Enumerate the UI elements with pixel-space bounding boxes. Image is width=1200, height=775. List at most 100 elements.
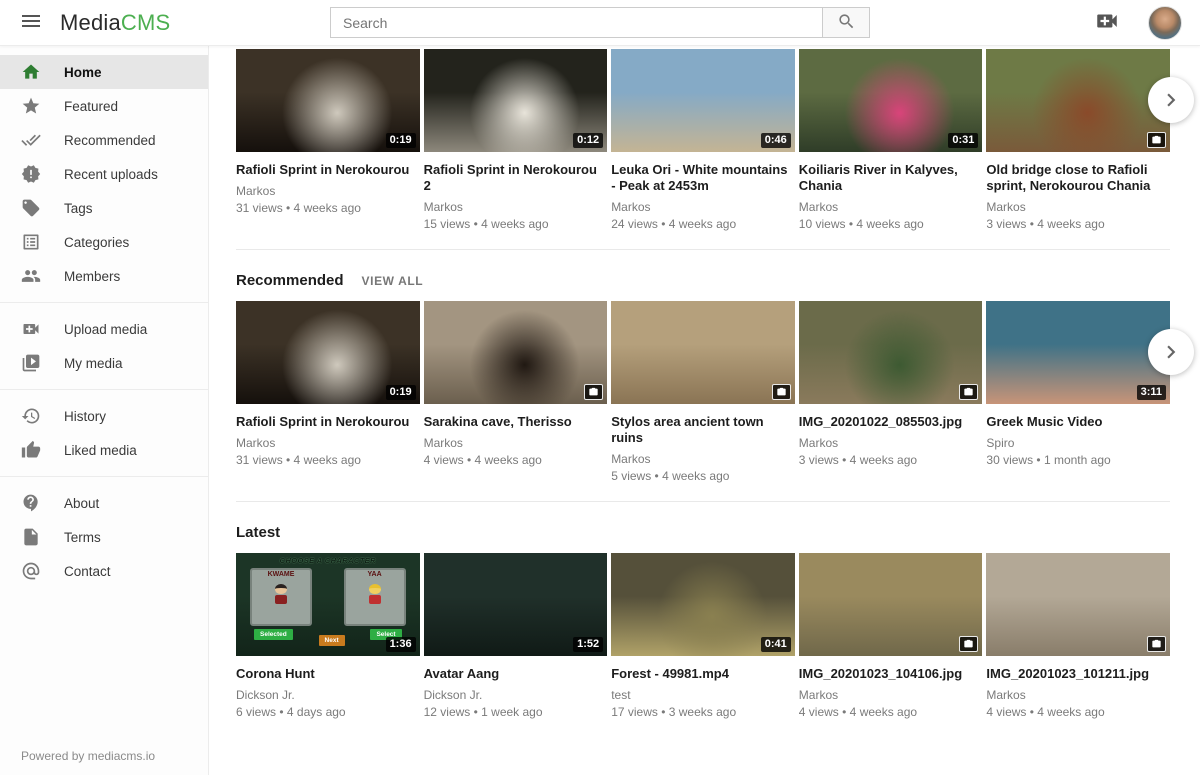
media-author: Markos [799, 436, 983, 450]
media-card[interactable]: Old bridge close to Rafioli sprint, Nero… [986, 49, 1170, 231]
media-author: Markos [986, 200, 1170, 214]
media-card[interactable]: CHOOSE A CHARACTERKWAMEYAASelectedNextSe… [236, 553, 420, 719]
sidebar-item-contact[interactable]: Contact [0, 554, 208, 588]
media-meta: 10 views • 4 weeks ago [799, 217, 983, 231]
magnifier-icon [837, 12, 856, 34]
sidebar-group: AboutTerms Contact [0, 476, 208, 597]
media-card[interactable]: IMG_20201022_085503.jpgMarkos3 views • 4… [799, 301, 983, 483]
media-author: Markos [236, 184, 420, 198]
game-character-sprite [274, 584, 288, 604]
media-author: test [611, 688, 795, 702]
game-character-panels: KWAMEYAA [242, 568, 414, 626]
media-author: Markos [986, 688, 1170, 702]
search-button[interactable] [822, 7, 870, 38]
media-title: Koiliaris River in Kalyves, Chania [799, 162, 983, 194]
next-arrow-button[interactable] [1148, 77, 1194, 123]
media-title: IMG_20201022_085503.jpg [799, 414, 983, 430]
media-card[interactable]: 0:41Forest - 49981.mp4test17 views • 3 w… [611, 553, 795, 719]
done-all-icon [21, 130, 41, 150]
media-thumbnail: 3:11 [986, 301, 1170, 404]
media-meta: 3 views • 4 weeks ago [986, 217, 1170, 231]
media-title: Sarakina cave, Therisso [424, 414, 608, 430]
at-icon [21, 561, 41, 581]
sidebar-item-label: Upload media [64, 322, 147, 337]
media-thumbnail [986, 553, 1170, 656]
sidebar-item-recent-uploads[interactable]: Recent uploads [0, 157, 208, 191]
game-character-panel: YAA [344, 568, 406, 626]
sidebar-item-label: Liked media [64, 443, 137, 458]
video-call-icon [21, 319, 41, 339]
tag-icon [21, 198, 41, 218]
media-meta: 30 views • 1 month ago [986, 453, 1170, 467]
media-author: Dickson Jr. [424, 688, 608, 702]
media-card[interactable]: Stylos area ancient town ruinsMarkos5 vi… [611, 301, 795, 483]
media-card[interactable]: 0:19Rafioli Sprint in NerokourouMarkos31… [236, 301, 420, 483]
home-icon [21, 62, 41, 82]
sidebar-item-recommended[interactable]: Recommended [0, 123, 208, 157]
media-card[interactable]: 3:11Greek Music VideoSpiro30 views • 1 m… [986, 301, 1170, 483]
sidebar-item-featured[interactable]: Featured [0, 89, 208, 123]
hamburger-menu-button[interactable] [18, 10, 44, 36]
duration-badge: 0:19 [386, 133, 416, 148]
photo-badge [584, 384, 603, 400]
photo-badge [772, 384, 791, 400]
section-header: Latest [236, 524, 1170, 541]
sidebar-item-tags[interactable]: Tags [0, 191, 208, 225]
media-thumbnail: 1:52 [424, 553, 608, 656]
sections-root: FeaturedVIEW ALL0:19Rafioli Sprint in Ne… [236, 20, 1170, 737]
cards-row: 0:19Rafioli Sprint in NerokourouMarkos31… [236, 49, 1170, 231]
media-card[interactable]: 0:46Leuka Ori - White mountains - Peak a… [611, 49, 795, 231]
photo-badge [1147, 132, 1166, 148]
media-card[interactable]: IMG_20201023_101211.jpgMarkos4 views • 4… [986, 553, 1170, 719]
media-meta: 4 views • 4 weeks ago [424, 453, 608, 467]
media-card[interactable]: 0:12Rafioli Sprint in Nerokourou 2Markos… [424, 49, 608, 231]
sidebar-item-terms[interactable]: Terms [0, 520, 208, 554]
next-arrow-button[interactable] [1148, 329, 1194, 375]
media-meta: 24 views • 4 weeks ago [611, 217, 795, 231]
list-alt-icon [21, 232, 41, 252]
sidebar-item-my-media[interactable]: My media [0, 346, 208, 380]
media-meta: 12 views • 1 week ago [424, 705, 608, 719]
media-author: Markos [799, 688, 983, 702]
media-title: IMG_20201023_101211.jpg [986, 666, 1170, 682]
game-character-name: YAA [346, 571, 404, 578]
duration-badge: 0:31 [948, 133, 978, 148]
media-card[interactable]: IMG_20201023_104106.jpgMarkos4 views • 4… [799, 553, 983, 719]
user-avatar[interactable] [1148, 6, 1182, 40]
sidebar-item-categories[interactable]: Categories [0, 225, 208, 259]
media-thumbnail: 0:19 [236, 49, 420, 152]
sidebar-item-home[interactable]: Home [0, 55, 208, 89]
camera-icon [963, 387, 974, 397]
sidebar-item-label: Categories [64, 235, 129, 250]
sidebar-item-label: Recommended [64, 133, 156, 148]
media-card[interactable]: 1:52Avatar AangDickson Jr.12 views • 1 w… [424, 553, 608, 719]
section-header: RecommendedVIEW ALL [236, 272, 1170, 289]
sidebar-item-label: Contact [64, 564, 111, 579]
view-all-link[interactable]: VIEW ALL [362, 274, 424, 288]
sidebar-item-members[interactable]: Members [0, 259, 208, 293]
sidebar-item-liked-media[interactable]: Liked media [0, 433, 208, 467]
section-latest: LatestCHOOSE A CHARACTERKWAMEYAASelected… [236, 524, 1170, 737]
duration-badge: 1:36 [386, 637, 416, 652]
star-icon [21, 96, 41, 116]
people-icon [21, 266, 41, 286]
sidebar-item-upload-media[interactable]: Upload media [0, 312, 208, 346]
media-author: Markos [236, 436, 420, 450]
upload-media-button[interactable] [1094, 8, 1120, 37]
camera-icon [776, 387, 787, 397]
media-meta: 31 views • 4 weeks ago [236, 453, 420, 467]
sidebar: HomeFeatured Recommended Recent uploadsTag… [0, 46, 209, 775]
sidebar-item-history[interactable]: History [0, 399, 208, 433]
media-thumbnail: 0:31 [799, 49, 983, 152]
sidebar-item-about[interactable]: About [0, 486, 208, 520]
app-logo[interactable]: MediaCMS [60, 10, 170, 36]
media-title: Greek Music Video [986, 414, 1170, 430]
sidebar-group: Upload media My media [0, 302, 208, 389]
section-title: Latest [236, 524, 280, 541]
search-input[interactable] [330, 7, 822, 38]
media-author: Markos [799, 200, 983, 214]
media-card[interactable]: 0:31 Koiliaris River in Kalyves, Chania Ma… [799, 49, 983, 231]
media-card[interactable]: Sarakina cave, TherissoMarkos4 views • 4… [424, 301, 608, 483]
media-card[interactable]: 0:19Rafioli Sprint in NerokourouMarkos31… [236, 49, 420, 231]
game-selected-button: Selected [254, 629, 293, 640]
